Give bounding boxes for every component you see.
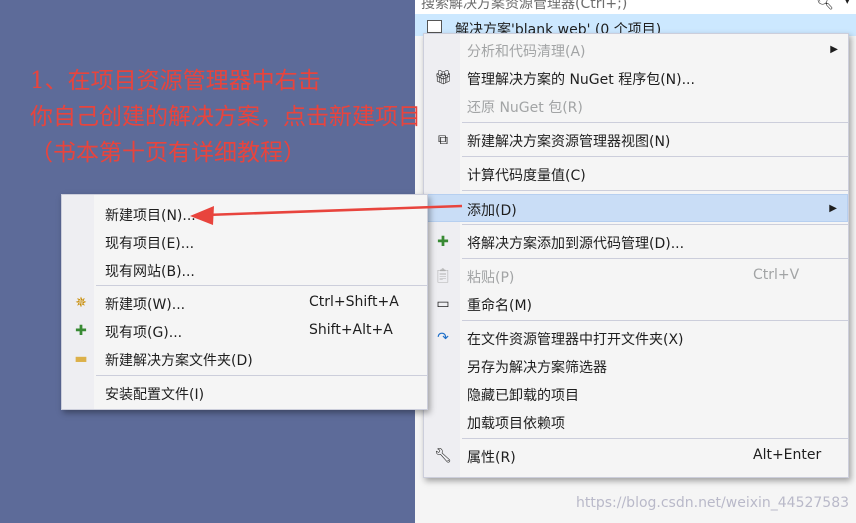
annotation-arrow xyxy=(190,204,463,225)
watermark: https://blog.csdn.net/weixin_44527583 xyxy=(576,495,850,511)
